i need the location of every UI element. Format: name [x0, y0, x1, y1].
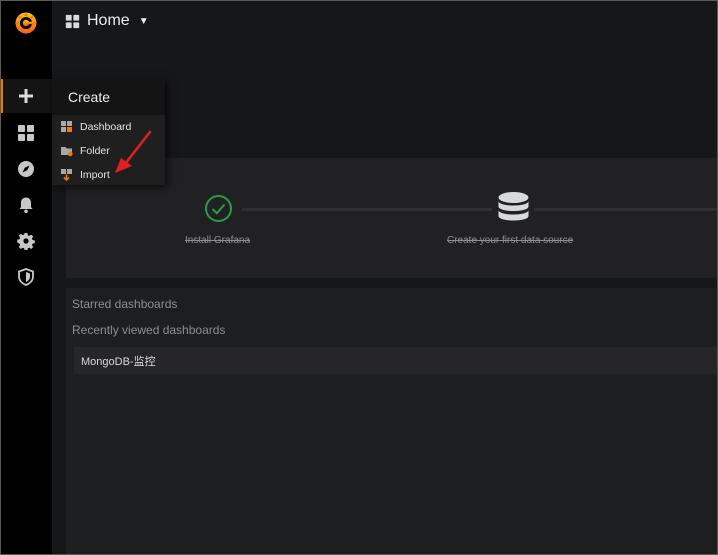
step-create-data-source-label[interactable]: Create your first data source: [447, 235, 573, 246]
grafana-logo-icon[interactable]: [13, 10, 39, 36]
recent-dashboard-item[interactable]: MongoDB-监控: [74, 347, 718, 374]
sidebar-server-admin-button[interactable]: [0, 260, 52, 294]
plus-icon: [19, 89, 33, 103]
starred-dashboards-heading: Starred dashboards: [72, 297, 178, 311]
create-menu-header[interactable]: Create: [52, 79, 165, 115]
sidebar-create-button[interactable]: [0, 79, 52, 113]
shield-icon: [18, 268, 34, 286]
dashboards-grid-icon: [18, 125, 34, 141]
folder-new-icon: [61, 147, 73, 157]
dashboard-picker[interactable]: Home ▼: [65, 12, 149, 30]
sidebar: [0, 0, 52, 555]
menu-item-label: Import: [80, 169, 110, 181]
recent-dashboards-heading: Recently viewed dashboards: [72, 323, 226, 337]
dashboards-grid-icon: [65, 14, 80, 28]
sidebar-explore-button[interactable]: [0, 152, 52, 186]
annotation-arrow-icon: [115, 130, 152, 173]
progress-connector: [242, 208, 492, 211]
sidebar-configuration-button[interactable]: [0, 224, 52, 258]
database-icon: [498, 192, 529, 221]
dashboard-new-icon: [61, 121, 72, 132]
progress-connector: [534, 208, 718, 211]
recent-dashboard-item-label: MongoDB-监控: [81, 355, 156, 368]
bell-icon: [19, 197, 33, 214]
sidebar-alerting-button[interactable]: [0, 188, 52, 222]
compass-icon: [18, 161, 34, 177]
gear-icon: [17, 233, 35, 250]
check-circle-icon: [205, 195, 232, 222]
step-install-grafana-label[interactable]: Install Grafana: [185, 235, 250, 246]
import-icon: [61, 169, 72, 181]
top-navbar: Home ▼: [52, 0, 718, 46]
caret-down-icon: ▼: [138, 15, 149, 27]
sidebar-dashboards-button[interactable]: [0, 116, 52, 150]
page-title: Home: [87, 12, 130, 29]
menu-item-label: Folder: [80, 145, 110, 157]
